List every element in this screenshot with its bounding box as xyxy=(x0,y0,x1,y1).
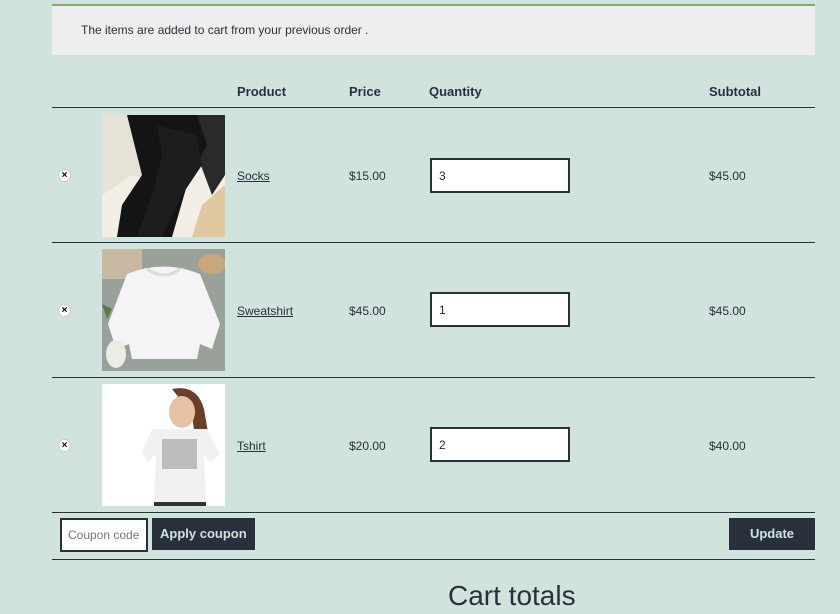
product-link-socks[interactable]: Socks xyxy=(237,169,270,183)
product-price: $15.00 xyxy=(349,169,386,183)
cart-row: × Socks $15.00 $45.00 xyxy=(52,108,815,243)
product-subtotal: $40.00 xyxy=(709,439,746,453)
product-price: $45.00 xyxy=(349,304,386,318)
quantity-input[interactable] xyxy=(430,427,570,462)
header-quantity: Quantity xyxy=(429,84,482,99)
header-product: Product xyxy=(237,84,287,99)
remove-item-icon[interactable]: × xyxy=(58,439,71,452)
quantity-input[interactable] xyxy=(430,158,570,193)
product-thumbnail[interactable] xyxy=(102,384,225,506)
cart-table-header: Product Price Quantity Subtotal xyxy=(52,76,815,108)
product-thumbnail[interactable] xyxy=(102,249,225,371)
header-subtotal: Subtotal xyxy=(709,84,761,99)
product-subtotal: $45.00 xyxy=(709,169,746,183)
notice-text: The items are added to cart from your pr… xyxy=(81,23,369,37)
remove-item-icon[interactable]: × xyxy=(58,304,71,317)
apply-coupon-button[interactable]: Apply coupon xyxy=(152,518,255,550)
quantity-input[interactable] xyxy=(430,292,570,327)
cart-actions: Apply coupon Update cart xyxy=(52,512,815,573)
cart-row: × Tshirt $20.00 $40.00 xyxy=(52,378,815,513)
update-cart-button[interactable]: Update cart xyxy=(729,518,815,573)
product-link-sweatshirt[interactable]: Sweatshirt xyxy=(237,304,293,318)
product-thumbnail[interactable] xyxy=(102,115,225,237)
coupon-code-input[interactable] xyxy=(60,518,148,552)
product-link-tshirt[interactable]: Tshirt xyxy=(237,439,266,453)
product-subtotal: $45.00 xyxy=(709,304,746,318)
cart-notice: The items are added to cart from your pr… xyxy=(52,4,815,55)
cart-totals-heading: Cart totals xyxy=(448,580,576,611)
cart-row: × Sweatshirt $45.00 $45.00 xyxy=(52,243,815,378)
header-price: Price xyxy=(349,84,381,99)
remove-item-icon[interactable]: × xyxy=(58,169,71,182)
product-price: $20.00 xyxy=(349,439,386,453)
